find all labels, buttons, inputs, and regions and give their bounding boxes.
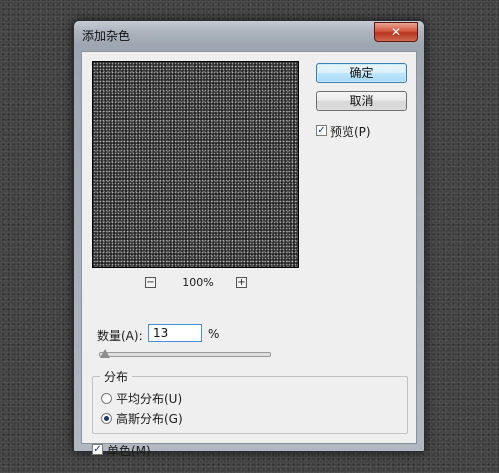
- uniform-radio[interactable]: [101, 393, 112, 404]
- dialog-title: 添加杂色: [82, 29, 131, 43]
- noise-preview-image[interactable]: [92, 61, 299, 268]
- uniform-label: 平均分布(U): [116, 392, 183, 406]
- amount-label: 数量(A):: [97, 329, 143, 343]
- preview-label: 预览(P): [330, 125, 371, 139]
- monochromatic-label: 单色(M): [107, 444, 151, 458]
- zoom-level: 100%: [182, 276, 214, 289]
- gaussian-radio[interactable]: [101, 413, 112, 424]
- close-button[interactable]: ✕: [374, 22, 418, 42]
- ok-button[interactable]: 确定: [316, 63, 407, 83]
- percent-unit: %: [208, 327, 220, 341]
- amount-slider-track[interactable]: [99, 352, 271, 357]
- amount-input[interactable]: 13: [148, 324, 202, 342]
- monochromatic-checkbox[interactable]: ✓: [92, 444, 103, 455]
- dialog-body: − 100% + 确定 取消 ✓ 预览(P) 数量(A): 13 % 分布 平均…: [81, 51, 417, 458]
- zoom-in-button[interactable]: +: [236, 277, 247, 288]
- zoom-out-button[interactable]: −: [145, 277, 156, 288]
- distribution-legend: 分布: [100, 368, 133, 385]
- cancel-button[interactable]: 取消: [316, 91, 407, 111]
- amount-slider-thumb[interactable]: [99, 349, 110, 358]
- add-noise-dialog: 添加杂色 ✕ − 100% + 确定 取消 ✓ 预览(P) 数量(A): 13 …: [73, 20, 425, 458]
- preview-checkbox[interactable]: ✓: [316, 125, 327, 136]
- title-bar[interactable]: 添加杂色 ✕: [74, 21, 424, 47]
- gaussian-label: 高斯分布(G): [116, 412, 183, 426]
